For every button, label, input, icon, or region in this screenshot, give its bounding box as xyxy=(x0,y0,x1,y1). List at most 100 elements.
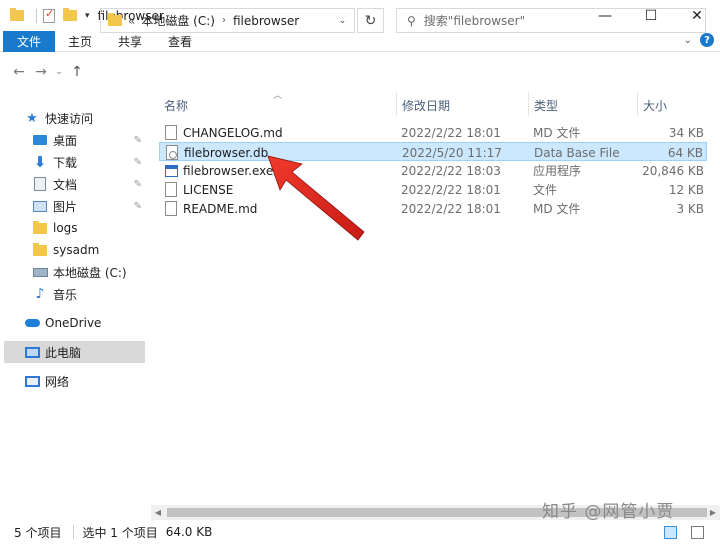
tab-home[interactable]: 主页 xyxy=(55,31,105,52)
recent-locations-dropdown-icon[interactable]: ⌄ xyxy=(52,67,66,77)
details-view-icon[interactable] xyxy=(664,525,677,539)
annotation-arrow xyxy=(267,155,365,241)
nav-item-sysadm[interactable]: sysadm xyxy=(0,239,148,261)
navigation-pane: ★ 快速访问 桌面 ✎ ⬇ 下载 ✎ 文档 ✎ 图片 ✎ logs sysadm… xyxy=(0,92,150,516)
nav-item-label: sysadm xyxy=(53,243,100,257)
ribbon-tabs: 文件 主页 共享 查看 ⌄ ? xyxy=(0,30,720,52)
nav-item-music[interactable]: ♪ 音乐 xyxy=(0,283,148,305)
desktop-icon xyxy=(32,132,48,148)
nav-item-label: 音乐 xyxy=(53,287,78,302)
file-date: 2022/2/22 18:01 xyxy=(401,182,501,197)
file-row[interactable]: README.md 2022/2/22 18:01 MD 文件 3 KB xyxy=(159,199,707,218)
scroll-left-arrow-icon[interactable]: ◀ xyxy=(151,505,165,520)
folder-icon xyxy=(108,13,122,26)
file-size: 20,846 KB xyxy=(642,163,704,178)
back-arrow-icon[interactable]: ← xyxy=(8,64,30,80)
tab-view[interactable]: 查看 xyxy=(155,31,205,52)
nav-item-downloads[interactable]: ⬇ 下载 ✎ xyxy=(0,151,148,173)
selected-count: 选中 1 个项目 xyxy=(82,525,158,540)
pin-icon[interactable]: ✎ xyxy=(134,179,142,190)
music-icon: ♪ xyxy=(35,286,45,302)
file-name: filebrowser.db xyxy=(184,145,269,160)
column-header-type[interactable]: 类型 xyxy=(534,92,558,118)
help-icon[interactable]: ? xyxy=(700,33,714,47)
breadcrumb-overflow[interactable]: « xyxy=(128,14,135,28)
file-name: LICENSE xyxy=(183,182,234,197)
customize-dropdown-icon[interactable]: ▾ xyxy=(85,11,90,21)
pin-icon[interactable]: ✎ xyxy=(134,135,142,146)
nav-item-label: 网络 xyxy=(45,374,70,389)
nav-item-label: 快速访问 xyxy=(45,111,94,126)
scroll-right-arrow-icon[interactable]: ▶ xyxy=(706,505,720,520)
refresh-button[interactable]: ↻ xyxy=(357,8,384,33)
quick-access-toolbar: ▾ xyxy=(0,7,90,23)
nav-item-local-disk[interactable]: 本地磁盘 (C:) xyxy=(0,261,148,283)
folder-icon xyxy=(10,8,24,21)
file-date: 2022/2/22 18:01 xyxy=(401,201,501,216)
address-bar[interactable]: « 本地磁盘 (C:) › filebrowser ⌄ xyxy=(100,8,355,33)
column-divider[interactable] xyxy=(637,92,638,116)
computer-icon xyxy=(24,344,40,360)
nav-item-label: 桌面 xyxy=(53,133,78,148)
expand-ribbon-chevron-icon[interactable]: ⌄ xyxy=(684,35,692,46)
column-header-date[interactable]: 修改日期 xyxy=(402,92,450,118)
sort-ascending-icon: ︿ xyxy=(273,91,283,101)
file-date: 2022/2/22 18:01 xyxy=(401,125,501,140)
network-icon xyxy=(24,373,40,389)
navigation-row: ← → ⌄ ↑ xyxy=(0,52,720,92)
file-row[interactable]: LICENSE 2022/2/22 18:01 文件 12 KB xyxy=(159,180,707,199)
view-toggle xyxy=(664,525,712,539)
file-size: 34 KB xyxy=(668,125,704,140)
file-size: 3 KB xyxy=(676,201,704,216)
breadcrumb-folder[interactable]: filebrowser xyxy=(233,14,299,28)
column-header-size[interactable]: 大小 xyxy=(643,92,667,118)
nav-item-label: logs xyxy=(53,221,78,235)
nav-item-quick-access[interactable]: ★ 快速访问 xyxy=(0,107,148,129)
column-divider[interactable] xyxy=(528,92,529,116)
nav-item-logs[interactable]: logs xyxy=(0,217,148,239)
nav-item-documents[interactable]: 文档 ✎ xyxy=(0,173,148,195)
column-divider[interactable] xyxy=(396,92,397,116)
download-icon: ⬇ xyxy=(33,153,47,171)
file-row-selected[interactable]: filebrowser.db 2022/5/20 11:17 Data Base… xyxy=(159,142,707,161)
exe-icon xyxy=(165,165,178,177)
breadcrumb-drive[interactable]: 本地磁盘 (C:) xyxy=(141,12,215,29)
database-file-icon xyxy=(166,145,178,160)
item-count: 5 个项目 xyxy=(14,525,62,540)
tab-file[interactable]: 文件 xyxy=(3,30,56,52)
forward-arrow-icon[interactable]: → xyxy=(30,64,52,80)
pin-icon[interactable]: ✎ xyxy=(134,157,142,168)
address-dropdown-icon[interactable]: ⌄ xyxy=(330,9,354,32)
divider xyxy=(73,525,75,539)
up-arrow-icon[interactable]: ↑ xyxy=(66,64,88,80)
document-icon xyxy=(32,176,48,192)
file-type: 应用程序 xyxy=(533,164,582,178)
folder-icon xyxy=(32,242,48,258)
column-header-name[interactable]: 名称 xyxy=(164,92,188,118)
tab-share[interactable]: 共享 xyxy=(105,31,155,52)
file-type: Data Base File xyxy=(534,145,620,160)
divider xyxy=(36,8,37,23)
large-icons-view-icon[interactable] xyxy=(691,525,704,539)
breadcrumb-chevron-icon[interactable]: › xyxy=(222,15,226,26)
nav-item-desktop[interactable]: 桌面 ✎ xyxy=(0,129,148,151)
new-folder-icon[interactable] xyxy=(63,8,77,21)
file-date: 2022/5/20 11:17 xyxy=(402,145,502,160)
pin-icon[interactable]: ✎ xyxy=(134,201,142,212)
selected-size: 64.0 KB xyxy=(165,525,213,539)
picture-icon xyxy=(32,198,48,214)
file-row[interactable]: filebrowser.exe 2022/2/22 18:03 应用程序 20,… xyxy=(159,161,707,180)
file-row[interactable]: CHANGELOG.md 2022/2/22 18:01 MD 文件 34 KB xyxy=(159,123,707,142)
file-icon xyxy=(165,182,177,197)
search-box[interactable]: ⚲ 搜索"filebrowser" xyxy=(396,8,706,33)
properties-icon[interactable] xyxy=(43,7,55,23)
nav-item-onedrive[interactable]: OneDrive xyxy=(0,312,148,334)
nav-item-label: 下载 xyxy=(53,155,78,170)
nav-item-this-pc[interactable]: 此电脑 xyxy=(4,341,145,363)
file-icon xyxy=(165,201,177,216)
ribbon-controls: ⌄ ? xyxy=(684,33,714,47)
nav-item-pictures[interactable]: 图片 ✎ xyxy=(0,195,148,217)
nav-item-network[interactable]: 网络 xyxy=(0,370,148,392)
nav-item-label: 此电脑 xyxy=(45,345,82,360)
status-bar: 5 个项目 选中 1 个项目 64.0 KB xyxy=(0,520,720,544)
